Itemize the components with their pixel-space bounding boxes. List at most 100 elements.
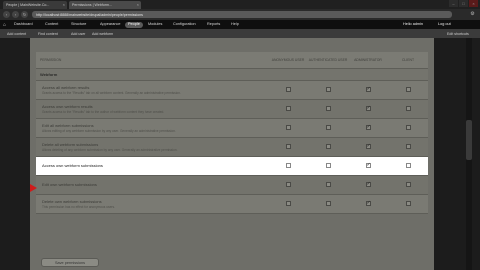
checkbox-cell-client — [388, 156, 428, 176]
checkbox-cell-authenticated — [308, 194, 348, 214]
checkbox-cell-anonymous — [268, 156, 308, 176]
permission-description: Grants access to the "Results" tab on al… — [42, 90, 181, 95]
permission-title: Delete all webform submissions — [42, 141, 99, 147]
column-header-anonymous: ANONYMOUS USER — [268, 52, 308, 69]
toolbar-item-structure[interactable]: Structure — [68, 22, 89, 28]
browser-tab-people[interactable]: People | MainWebsite.Co... × — [3, 1, 67, 9]
anonymous-checkbox[interactable] — [285, 201, 291, 207]
checkbox-cell-authenticated — [308, 99, 348, 119]
shortcut-add-user[interactable]: Add user — [71, 32, 85, 36]
scrollbar-thumb[interactable] — [466, 120, 472, 160]
close-icon[interactable]: × — [137, 2, 139, 7]
maximize-icon[interactable]: □ — [459, 0, 468, 7]
checkbox-cell-administrator — [348, 156, 388, 176]
toolbar-item-people[interactable]: People — [125, 22, 143, 28]
client-checkbox[interactable] — [405, 182, 411, 188]
wrench-icon[interactable]: ⚙ — [469, 11, 476, 18]
home-icon[interactable]: ⌂ — [3, 22, 9, 28]
table-row: Delete all webform submissions Allows del… — [36, 137, 428, 157]
client-checkbox[interactable] — [405, 144, 411, 150]
checkbox-cell-anonymous — [268, 80, 308, 100]
authenticated-checkbox[interactable] — [325, 201, 331, 207]
column-header-permission: PERMISSION — [36, 52, 268, 69]
checkbox-cell-client — [388, 175, 428, 195]
window-close-icon[interactable]: × — [469, 0, 478, 7]
permission-title: Edit all webform submissions — [42, 122, 94, 128]
permission-label-cell: Edit all webform submissions Allows editi… — [36, 118, 268, 138]
shortcut-add-webform[interactable]: Add webform — [92, 32, 113, 36]
shortcut-find-content[interactable]: Find content — [38, 32, 58, 36]
checkbox-cell-client — [388, 99, 428, 119]
edit-shortcuts-link[interactable]: Edit shortcuts — [447, 32, 469, 36]
administrator-checkbox[interactable] — [365, 143, 371, 150]
anonymous-checkbox[interactable] — [285, 125, 291, 131]
table-row: Access own webform results Grants access … — [36, 99, 428, 119]
checkbox-cell-client — [388, 194, 428, 214]
anonymous-checkbox[interactable] — [285, 106, 291, 112]
administrator-checkbox[interactable] — [365, 105, 371, 112]
browser-navbar: ‹ › ↻ http://localhost:8888/mainwebsite/… — [0, 9, 480, 20]
browser-tab-permissions[interactable]: Permissions | Webform... × — [69, 1, 141, 9]
checkbox-cell-anonymous — [268, 194, 308, 214]
client-checkbox[interactable] — [405, 106, 411, 112]
shortcut-add-content[interactable]: Add content — [7, 32, 26, 36]
permission-label-cell: Access own webform submissions — [36, 156, 268, 176]
module-group-row: Webform — [36, 68, 428, 81]
toolbar-item-modules[interactable]: Modules — [145, 22, 165, 28]
tab-label: Permissions | Webform... — [72, 3, 113, 7]
permission-label-cell: Access own webform results Grants access … — [36, 99, 268, 119]
column-header-authenticated: AUTHENTICATED USER — [308, 52, 348, 69]
toolbar-item-dashboard[interactable]: Dashboard — [11, 22, 36, 28]
authenticated-checkbox[interactable] — [325, 144, 331, 150]
minimize-icon[interactable]: – — [449, 0, 458, 7]
save-permissions-button[interactable]: Save permissions — [41, 258, 99, 267]
anonymous-checkbox[interactable] — [285, 182, 291, 188]
client-checkbox[interactable] — [405, 125, 411, 131]
browser-tab-strip: People | MainWebsite.Co... × Permissions… — [0, 0, 480, 9]
checkbox-cell-authenticated — [308, 156, 348, 176]
checkbox-cell-anonymous — [268, 99, 308, 119]
authenticated-checkbox[interactable] — [325, 125, 331, 131]
reload-icon[interactable]: ↻ — [21, 11, 28, 18]
client-checkbox[interactable] — [405, 163, 411, 169]
permission-label-cell: Delete all webform submissions Allows del… — [36, 137, 268, 157]
toolbar-item-configuration[interactable]: Configuration — [170, 22, 199, 28]
authenticated-checkbox[interactable] — [325, 163, 331, 169]
permission-description: Allows editing of any webform submission… — [42, 128, 176, 133]
client-checkbox[interactable] — [405, 87, 411, 93]
checkbox-cell-client — [388, 80, 428, 100]
checkbox-cell-client — [388, 118, 428, 138]
forward-arrow-icon[interactable]: › — [12, 11, 19, 18]
toolbar-item-help[interactable]: Help — [228, 22, 242, 28]
red-arrow-pointer-icon — [30, 184, 37, 192]
administrator-checkbox[interactable] — [365, 86, 371, 93]
close-icon[interactable]: × — [63, 2, 65, 7]
anonymous-checkbox[interactable] — [285, 163, 291, 169]
address-bar[interactable]: http://localhost:8888/mainwebsite/drupal… — [32, 11, 452, 18]
checkbox-cell-administrator — [348, 80, 388, 100]
user-greeting[interactable]: Hello admin — [403, 22, 423, 28]
permission-title: Access all webform results — [42, 84, 90, 90]
administrator-checkbox[interactable] — [365, 162, 371, 169]
admin-toolbar: ⌂ Dashboard Content Structure Appearance… — [0, 20, 480, 29]
authenticated-checkbox[interactable] — [325, 87, 331, 93]
administrator-checkbox[interactable] — [365, 124, 371, 131]
back-arrow-icon[interactable]: ‹ — [3, 11, 10, 18]
logout-link[interactable]: Log out — [438, 22, 451, 28]
tab-label: People | MainWebsite.Co... — [6, 3, 50, 7]
authenticated-checkbox[interactable] — [325, 182, 331, 188]
authenticated-checkbox[interactable] — [325, 106, 331, 112]
toolbar-item-content[interactable]: Content — [42, 22, 61, 28]
checkbox-cell-authenticated — [308, 175, 348, 195]
permissions-table: PERMISSION ANONYMOUS USER AUTHENTICATED … — [36, 52, 428, 214]
anonymous-checkbox[interactable] — [285, 144, 291, 150]
client-checkbox[interactable] — [405, 201, 411, 207]
permission-label-cell: Delete own webform submissions This permi… — [36, 194, 268, 214]
administrator-checkbox[interactable] — [365, 181, 371, 188]
administrator-checkbox[interactable] — [365, 200, 371, 207]
permission-description: Grants access to the "Results" tab to th… — [42, 109, 165, 114]
toolbar-item-appearance[interactable]: Appearance — [97, 22, 123, 28]
checkbox-cell-administrator — [348, 118, 388, 138]
toolbar-item-reports[interactable]: Reports — [204, 22, 223, 28]
anonymous-checkbox[interactable] — [285, 87, 291, 93]
